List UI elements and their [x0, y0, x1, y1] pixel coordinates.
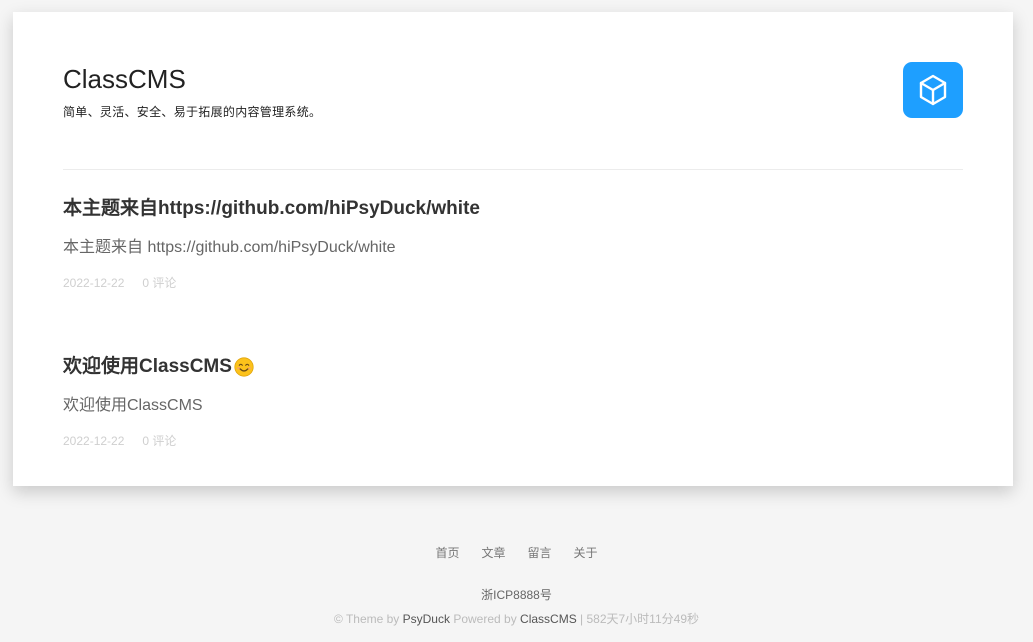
site-description: 简单、灵活、安全、易于拓展的内容管理系统。 [63, 105, 322, 119]
post-title[interactable]: 欢迎使用ClassCMS [63, 354, 963, 380]
footer-icp[interactable]: 浙ICP8888号 [0, 587, 1033, 603]
post-item: 本主题来自https://github.com/hiPsyDuck/white … [63, 196, 963, 291]
footer-nav-articles[interactable]: 文章 [481, 546, 505, 560]
post-excerpt: 欢迎使用ClassCMS [63, 397, 203, 414]
post-date: 2022-12-22 [63, 434, 125, 448]
site-title[interactable]: ClassCMS [63, 62, 186, 96]
cube-icon [919, 74, 947, 106]
smiling-face-emoji [234, 357, 254, 377]
post-item: 欢迎使用ClassCMS 欢迎使用ClassCMS 2022-12-22 0 评论 [63, 354, 963, 449]
credit-theme-prefix: © Theme by [333, 612, 403, 626]
header-divider [63, 169, 963, 170]
post-meta: 2022-12-22 0 评论 [63, 275, 963, 291]
credit-cms-link[interactable]: ClassCMS [520, 612, 577, 626]
post-comments-link[interactable]: 0 评论 [142, 275, 176, 291]
post-comments-link[interactable]: 0 评论 [142, 433, 176, 449]
footer-credit: © Theme by PsyDuck Powered by ClassCMS |… [0, 611, 1033, 627]
post-title-link[interactable]: 欢迎使用ClassCMS [63, 354, 232, 380]
site-logo[interactable] [903, 62, 963, 118]
footer-nav-home[interactable]: 首页 [435, 546, 459, 560]
post-excerpt: 本主题来自 https://github.com/hiPsyDuck/white [63, 239, 396, 256]
credit-theme-link[interactable]: PsyDuck [403, 612, 450, 626]
footer-nav-about[interactable]: 关于 [574, 546, 598, 560]
footer-nav: 首页 文章 留言 关于 [0, 545, 1033, 561]
post-meta: 2022-12-22 0 评论 [63, 433, 963, 449]
post-title-link[interactable]: 本主题来自https://github.com/hiPsyDuck/white [63, 196, 480, 222]
post-title[interactable]: 本主题来自https://github.com/hiPsyDuck/white [63, 196, 963, 222]
footer-nav-guestbook[interactable]: 留言 [528, 546, 552, 560]
post-date: 2022-12-22 [63, 276, 125, 290]
main-card: ClassCMS 简单、灵活、安全、易于拓展的内容管理系统。 本主题来自http… [13, 12, 1013, 486]
credit-powered-prefix: Powered by [449, 612, 521, 626]
credit-uptime: | 582天7小时11分49秒 [576, 612, 699, 626]
